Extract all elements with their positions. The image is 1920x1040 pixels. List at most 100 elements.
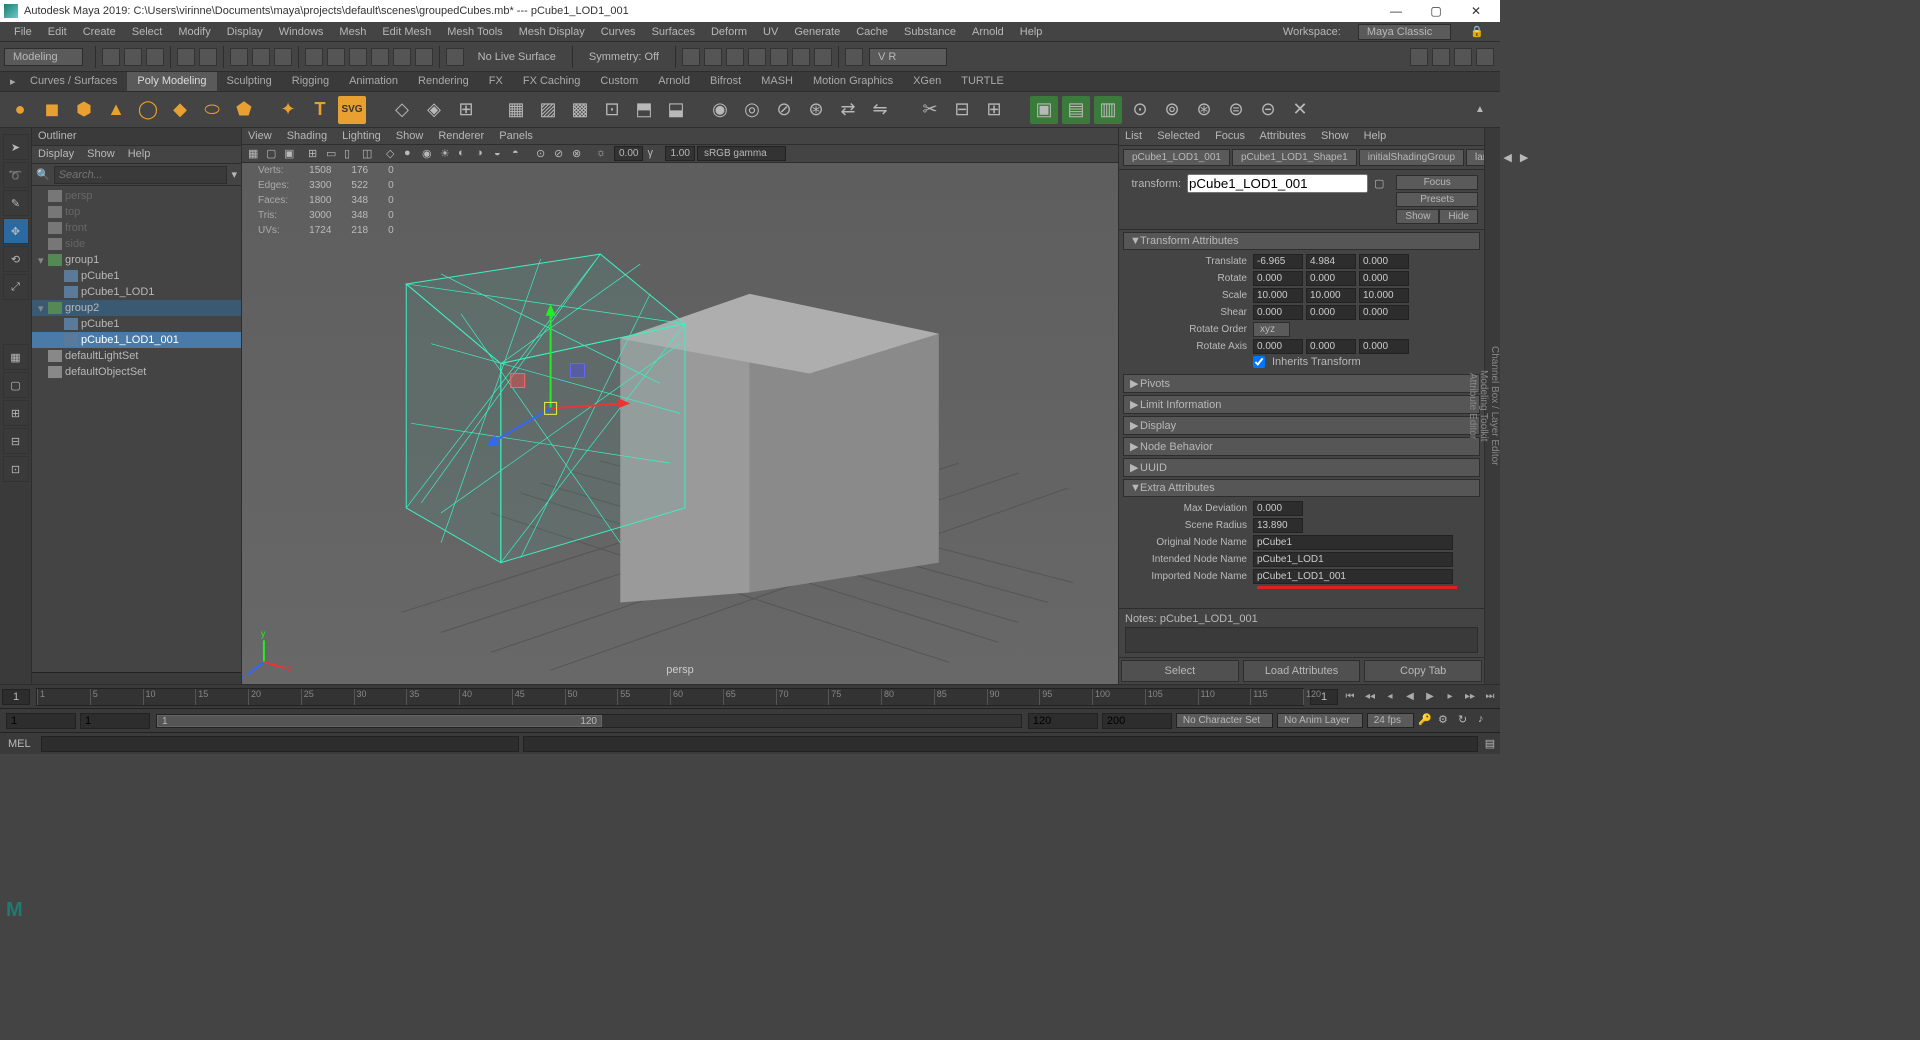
vr-icon[interactable] xyxy=(845,48,863,66)
tab-attribute-editor[interactable]: Attribute Editor xyxy=(1467,146,1478,666)
rotate-order-dropdown[interactable]: xyz xyxy=(1253,322,1290,337)
shelf-tab-sculpt[interactable]: Sculpting xyxy=(217,72,282,91)
misc-tool3-icon[interactable]: ⊛ xyxy=(1190,96,1218,124)
vp-xray-icon[interactable]: ⊘ xyxy=(553,146,569,162)
smooth-icon[interactable]: ⊞ xyxy=(452,96,480,124)
open-scene-icon[interactable] xyxy=(124,48,142,66)
poly-type-icon[interactable]: T xyxy=(306,96,334,124)
vp-bookmark-icon[interactable]: ▢ xyxy=(265,146,281,162)
shelf-tab-custom[interactable]: Custom xyxy=(590,72,648,91)
viewport-canvas[interactable]: y x z persp xyxy=(242,163,1118,684)
scale-x[interactable] xyxy=(1253,288,1303,303)
menu-arnold[interactable]: Arnold xyxy=(964,26,1012,38)
search-dropdown-icon[interactable]: ▾ xyxy=(231,168,237,181)
misc-tool6-icon[interactable]: ✕ xyxy=(1286,96,1314,124)
maximize-button[interactable]: ▢ xyxy=(1416,4,1456,18)
select-mode-icon[interactable] xyxy=(230,48,248,66)
translate-x[interactable] xyxy=(1253,254,1303,269)
shelf-tab-motion[interactable]: Motion Graphics xyxy=(803,72,903,91)
save-scene-icon[interactable] xyxy=(146,48,164,66)
original-name-input[interactable] xyxy=(1253,535,1453,550)
shelf-tab-curves[interactable]: Curves / Surfaces xyxy=(20,72,127,91)
menu-select[interactable]: Select xyxy=(124,26,171,38)
range-handle[interactable]: 1 120 xyxy=(157,715,602,727)
lasso-icon[interactable] xyxy=(252,48,270,66)
render-settings-icon[interactable] xyxy=(748,48,766,66)
insert-loop-icon[interactable]: ⊟ xyxy=(948,96,976,124)
paint-tool[interactable]: ✎ xyxy=(3,190,29,216)
rotateaxis-y[interactable] xyxy=(1306,339,1356,354)
cube-selected[interactable] xyxy=(406,254,685,563)
panel-layout3-icon[interactable] xyxy=(1454,48,1472,66)
vp-gamma-icon[interactable]: γ xyxy=(646,146,662,162)
lock-attr-icon[interactable]: ▢ xyxy=(1374,177,1384,190)
rotateaxis-x[interactable] xyxy=(1253,339,1303,354)
layout-persp[interactable]: ⊡ xyxy=(3,456,29,482)
layout-single[interactable]: ▢ xyxy=(3,372,29,398)
move-tool[interactable]: ✥ xyxy=(3,218,29,244)
vp-shaded-icon[interactable]: ● xyxy=(403,146,419,162)
vp-menu-renderer[interactable]: Renderer xyxy=(438,130,484,142)
menu-file[interactable]: File xyxy=(6,26,40,38)
vp-wireframe-icon[interactable]: ◇ xyxy=(385,146,401,162)
menu-curves[interactable]: Curves xyxy=(593,26,644,38)
scale-z[interactable] xyxy=(1359,288,1409,303)
snap-curve-icon[interactable] xyxy=(327,48,345,66)
vp-xray-joints-icon[interactable]: ⊗ xyxy=(571,146,587,162)
green-tool2-icon[interactable]: ▤ xyxy=(1062,96,1090,124)
edge-flow-icon[interactable]: ⊛ xyxy=(802,96,830,124)
outliner-item-side[interactable]: side xyxy=(32,236,241,252)
green-tool1-icon[interactable]: ▣ xyxy=(1030,96,1058,124)
outliner-item-front[interactable]: front xyxy=(32,220,241,236)
range-track[interactable]: 1 120 xyxy=(156,714,1022,728)
outliner-item-pCube1[interactable]: pCube1 xyxy=(32,316,241,332)
rotate-x[interactable] xyxy=(1253,271,1303,286)
poly-cone-icon[interactable]: ▲ xyxy=(102,96,130,124)
layout-four[interactable]: ⊞ xyxy=(3,400,29,426)
last-tool[interactable]: ▦ xyxy=(3,344,29,370)
menu-windows[interactable]: Windows xyxy=(271,26,332,38)
outliner-menu-show[interactable]: Show xyxy=(87,148,115,160)
render-icon[interactable] xyxy=(704,48,722,66)
script-editor-icon[interactable]: ▤ xyxy=(1480,737,1500,750)
menu-mesh[interactable]: Mesh xyxy=(331,26,374,38)
collapse-icon[interactable]: ⬓ xyxy=(662,96,690,124)
shelf-tab-rigging[interactable]: Rigging xyxy=(282,72,339,91)
current-frame-start[interactable]: 1 xyxy=(2,689,30,705)
poly-disc-icon[interactable]: ⬭ xyxy=(198,96,226,124)
vr-dropdown[interactable]: V R xyxy=(869,48,947,66)
shear-y[interactable] xyxy=(1306,305,1356,320)
bevel-icon[interactable]: ▨ xyxy=(534,96,562,124)
poly-platonic-icon[interactable]: ⬟ xyxy=(230,96,258,124)
undo-icon[interactable] xyxy=(177,48,195,66)
scene-radius-input[interactable] xyxy=(1253,518,1303,533)
pause-icon[interactable] xyxy=(814,48,832,66)
symmetrize-icon[interactable]: ⇋ xyxy=(866,96,894,124)
panel-layout4-icon[interactable] xyxy=(1476,48,1494,66)
intended-name-input[interactable] xyxy=(1253,552,1453,567)
menu-modify[interactable]: Modify xyxy=(170,26,218,38)
snap-grid-icon[interactable] xyxy=(305,48,323,66)
section-uuid[interactable]: ▶UUID xyxy=(1123,458,1480,477)
step-back-button[interactable]: ◂ xyxy=(1381,688,1399,706)
section-pivots[interactable]: ▶Pivots xyxy=(1123,374,1480,393)
select-button[interactable]: Select xyxy=(1121,660,1239,682)
delete-edge-icon[interactable]: ⊘ xyxy=(770,96,798,124)
shelf-tab-fxcache[interactable]: FX Caching xyxy=(513,72,590,91)
outliner-item-pCube1_LOD1[interactable]: pCube1_LOD1 xyxy=(32,284,241,300)
prefs-icon[interactable]: ⚙ xyxy=(1438,713,1454,729)
menu-deform[interactable]: Deform xyxy=(703,26,755,38)
poly-svg-icon[interactable]: SVG xyxy=(338,96,366,124)
scale-tool[interactable]: ⤢ xyxy=(3,274,29,300)
outliner-search-input[interactable] xyxy=(54,166,228,184)
vp-gate-mask-icon[interactable]: ◫ xyxy=(361,146,377,162)
vp-ao-icon[interactable]: ◑ xyxy=(475,146,491,162)
go-end-button[interactable]: ⏭ xyxy=(1481,688,1499,706)
fill-hole-icon[interactable]: ⬒ xyxy=(630,96,658,124)
attr-menu-show[interactable]: Show xyxy=(1321,130,1349,142)
command-input[interactable] xyxy=(41,736,519,752)
menu-mesh-tools[interactable]: Mesh Tools xyxy=(439,26,510,38)
redo-icon[interactable] xyxy=(199,48,217,66)
shelf-tab-fx[interactable]: FX xyxy=(479,72,513,91)
menu-surfaces[interactable]: Surfaces xyxy=(644,26,703,38)
